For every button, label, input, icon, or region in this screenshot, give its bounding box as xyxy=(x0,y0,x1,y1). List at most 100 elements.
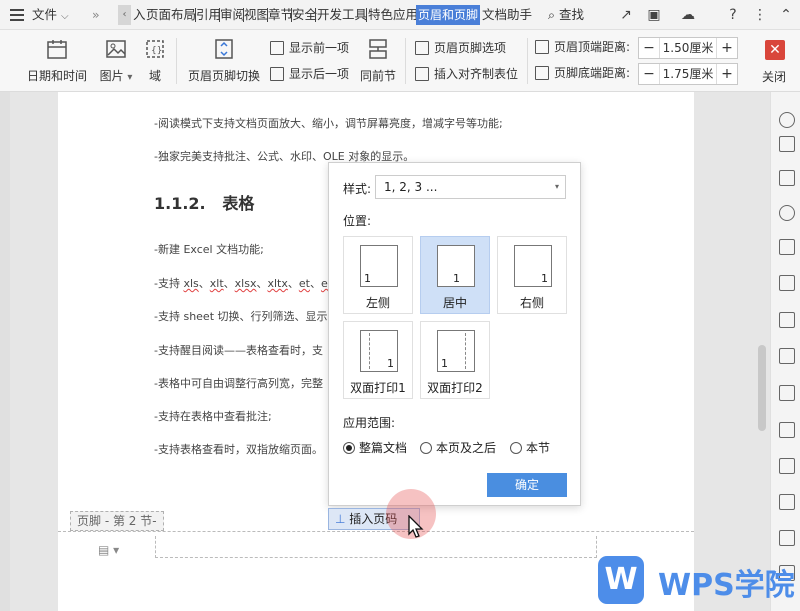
page-num-preview: 1 xyxy=(364,272,371,285)
scope-label: 应用范围: xyxy=(343,416,396,430)
menu-tab-bar: 文件 ⌵ » ‹ 入 页面布局 引用 审阅 视图 章节 安全 开发工具 特色应用… xyxy=(0,0,800,30)
page-num-preview: 1 xyxy=(441,357,448,370)
ribbon-toolbar: 日期和时间 图片 ▾ {} 域 页眉页脚切换 显示前一项 显示后一项 同前节 页… xyxy=(0,30,800,92)
close-label[interactable]: 关闭 xyxy=(762,68,786,86)
tab-insert[interactable]: 入 xyxy=(133,0,146,30)
tab-scroll-left-icon[interactable]: ‹ xyxy=(118,5,131,25)
more-icon[interactable]: ⋮ xyxy=(752,7,768,23)
hamburger-menu-icon[interactable] xyxy=(10,9,24,21)
minimize-icon[interactable] xyxy=(779,112,795,128)
tab-doc-assistant[interactable]: 文档助手 xyxy=(482,0,532,30)
next-icon xyxy=(270,67,284,81)
page-preview-icon: 1 xyxy=(360,330,398,372)
footer-distance-stepper[interactable]: − 1.75厘米 + xyxy=(638,63,738,85)
switch-icon xyxy=(215,39,233,59)
position-left[interactable]: 1 左侧 xyxy=(343,236,413,314)
double-chevron-icon[interactable]: » xyxy=(92,0,100,30)
tab-sections[interactable]: 章节 xyxy=(268,0,293,30)
position-center-label: 居中 xyxy=(442,296,467,310)
tab-page-layout[interactable]: 页面布局 xyxy=(146,0,196,30)
tab-features[interactable]: 特色应用 xyxy=(368,0,418,30)
doc-paragraph: -支持醒目阅读——表格查看时，支 xyxy=(154,344,323,357)
footer-section-label: 页脚 - 第 2 节- xyxy=(70,511,164,531)
search-button[interactable]: ⌕ 查找 xyxy=(548,0,584,30)
ok-button[interactable]: 确定 xyxy=(487,473,567,497)
tab-review[interactable]: 审阅 xyxy=(220,0,245,30)
header-distance-stepper[interactable]: − 1.50厘米 + xyxy=(638,37,738,59)
style-select[interactable]: 1, 2, 3 ... ▾ xyxy=(375,175,566,199)
ribbon-divider xyxy=(527,38,528,84)
scope-whole-document[interactable]: 整篇文档 xyxy=(343,439,407,456)
plus-icon[interactable]: + xyxy=(717,64,737,84)
picture-icon[interactable] xyxy=(779,385,795,401)
heading-number: 1.1.2. xyxy=(154,194,206,213)
page-num-preview: 1 xyxy=(453,272,460,285)
tab-references[interactable]: 引用 xyxy=(196,0,221,30)
style-icon[interactable] xyxy=(779,239,795,255)
share-icon[interactable] xyxy=(779,422,795,438)
pointer-icon[interactable] xyxy=(779,170,795,186)
shapes-icon[interactable] xyxy=(779,205,795,221)
show-previous-label: 显示前一项 xyxy=(289,41,350,55)
tab-divider xyxy=(366,8,367,22)
doc-paragraph: -支持表格查看时，双指放缩页面。 xyxy=(154,443,323,456)
style-value: 1, 2, 3 ... xyxy=(384,180,438,194)
footer-doc-icon[interactable]: ▤ ▾ xyxy=(98,543,119,557)
position-duplex-1[interactable]: 1 双面打印1 xyxy=(343,321,413,399)
tab-security[interactable]: 安全 xyxy=(292,0,317,30)
help-icon[interactable]: ? xyxy=(725,7,741,23)
minus-icon[interactable]: − xyxy=(639,38,659,58)
plus-icon[interactable]: + xyxy=(717,38,737,58)
vertical-scrollbar[interactable] xyxy=(758,345,766,431)
file-menu[interactable]: 文件 ⌵ xyxy=(32,0,69,30)
align-tab-icon xyxy=(415,67,429,81)
scope-whole-label: 整篇文档 xyxy=(359,441,408,455)
close-icon[interactable]: ✕ xyxy=(765,40,785,60)
cart-icon[interactable] xyxy=(779,530,795,546)
watermark-text: WPS学院 xyxy=(658,568,795,603)
scope-this-page-onward[interactable]: 本页及之后 xyxy=(420,439,496,456)
spelling-flagged-word: xlsx xyxy=(234,277,257,290)
tab-view[interactable]: 视图 xyxy=(244,0,269,30)
scope-this-section[interactable]: 本节 xyxy=(510,439,550,456)
image-icon[interactable] xyxy=(779,494,795,510)
doc-paragraph: -支持 sheet 切换、行列筛选、显示 xyxy=(154,310,328,323)
minus-icon[interactable]: − xyxy=(639,64,659,84)
calendar-icon[interactable]: ▣ xyxy=(646,7,662,23)
show-next-button[interactable]: 显示后一项 xyxy=(270,65,349,83)
grid-icon[interactable] xyxy=(779,275,795,291)
header-footer-options-button[interactable]: 页眉页脚选项 xyxy=(415,39,506,57)
cloud-icon[interactable]: ☁ xyxy=(680,7,696,23)
tab-header-footer[interactable]: 页眉和页脚 xyxy=(416,5,481,25)
translate-icon[interactable] xyxy=(779,458,795,474)
collapse-icon[interactable]: ⌃ xyxy=(778,7,794,23)
switch-header-footer-button[interactable]: 页眉页脚切换 xyxy=(186,38,262,84)
footer-edit-area[interactable] xyxy=(155,536,597,558)
share-icon[interactable]: ↗ xyxy=(618,7,634,23)
header-distance-value[interactable]: 1.50厘米 xyxy=(659,38,717,58)
same-as-previous-button[interactable]: 同前节 xyxy=(358,38,398,84)
insert-align-tab-button[interactable]: 插入对齐制表位 xyxy=(415,65,518,83)
picture-button[interactable]: 图片 ▾ xyxy=(96,38,136,84)
section-heading: 1.1.2. 表格 xyxy=(154,190,254,214)
spelling-flagged-word: xltx xyxy=(267,277,288,290)
document-icon[interactable] xyxy=(779,348,795,364)
tab-developer[interactable]: 开发工具 xyxy=(317,0,367,30)
position-duplex-1-label: 双面打印1 xyxy=(350,381,406,395)
previous-icon xyxy=(270,41,284,55)
show-previous-button[interactable]: 显示前一项 xyxy=(270,39,349,57)
datetime-button[interactable]: 日期和时间 xyxy=(24,38,90,84)
position-right[interactable]: 1 右侧 xyxy=(497,236,567,314)
edit-icon[interactable] xyxy=(779,136,795,152)
footer-distance-icon xyxy=(535,66,549,80)
apps-icon[interactable] xyxy=(779,312,795,328)
position-duplex-2[interactable]: 1 双面打印2 xyxy=(420,321,490,399)
page-margin-guide xyxy=(369,333,370,369)
search-label: 查找 xyxy=(559,7,585,22)
insert-align-tab-label: 插入对齐制表位 xyxy=(434,67,519,81)
footer-boundary xyxy=(58,531,694,532)
position-center[interactable]: 1 居中 xyxy=(420,236,490,314)
field-button[interactable]: {} 域 xyxy=(140,38,170,84)
footer-distance-value[interactable]: 1.75厘米 xyxy=(659,64,717,84)
spelling-flagged-word: et xyxy=(298,277,310,290)
